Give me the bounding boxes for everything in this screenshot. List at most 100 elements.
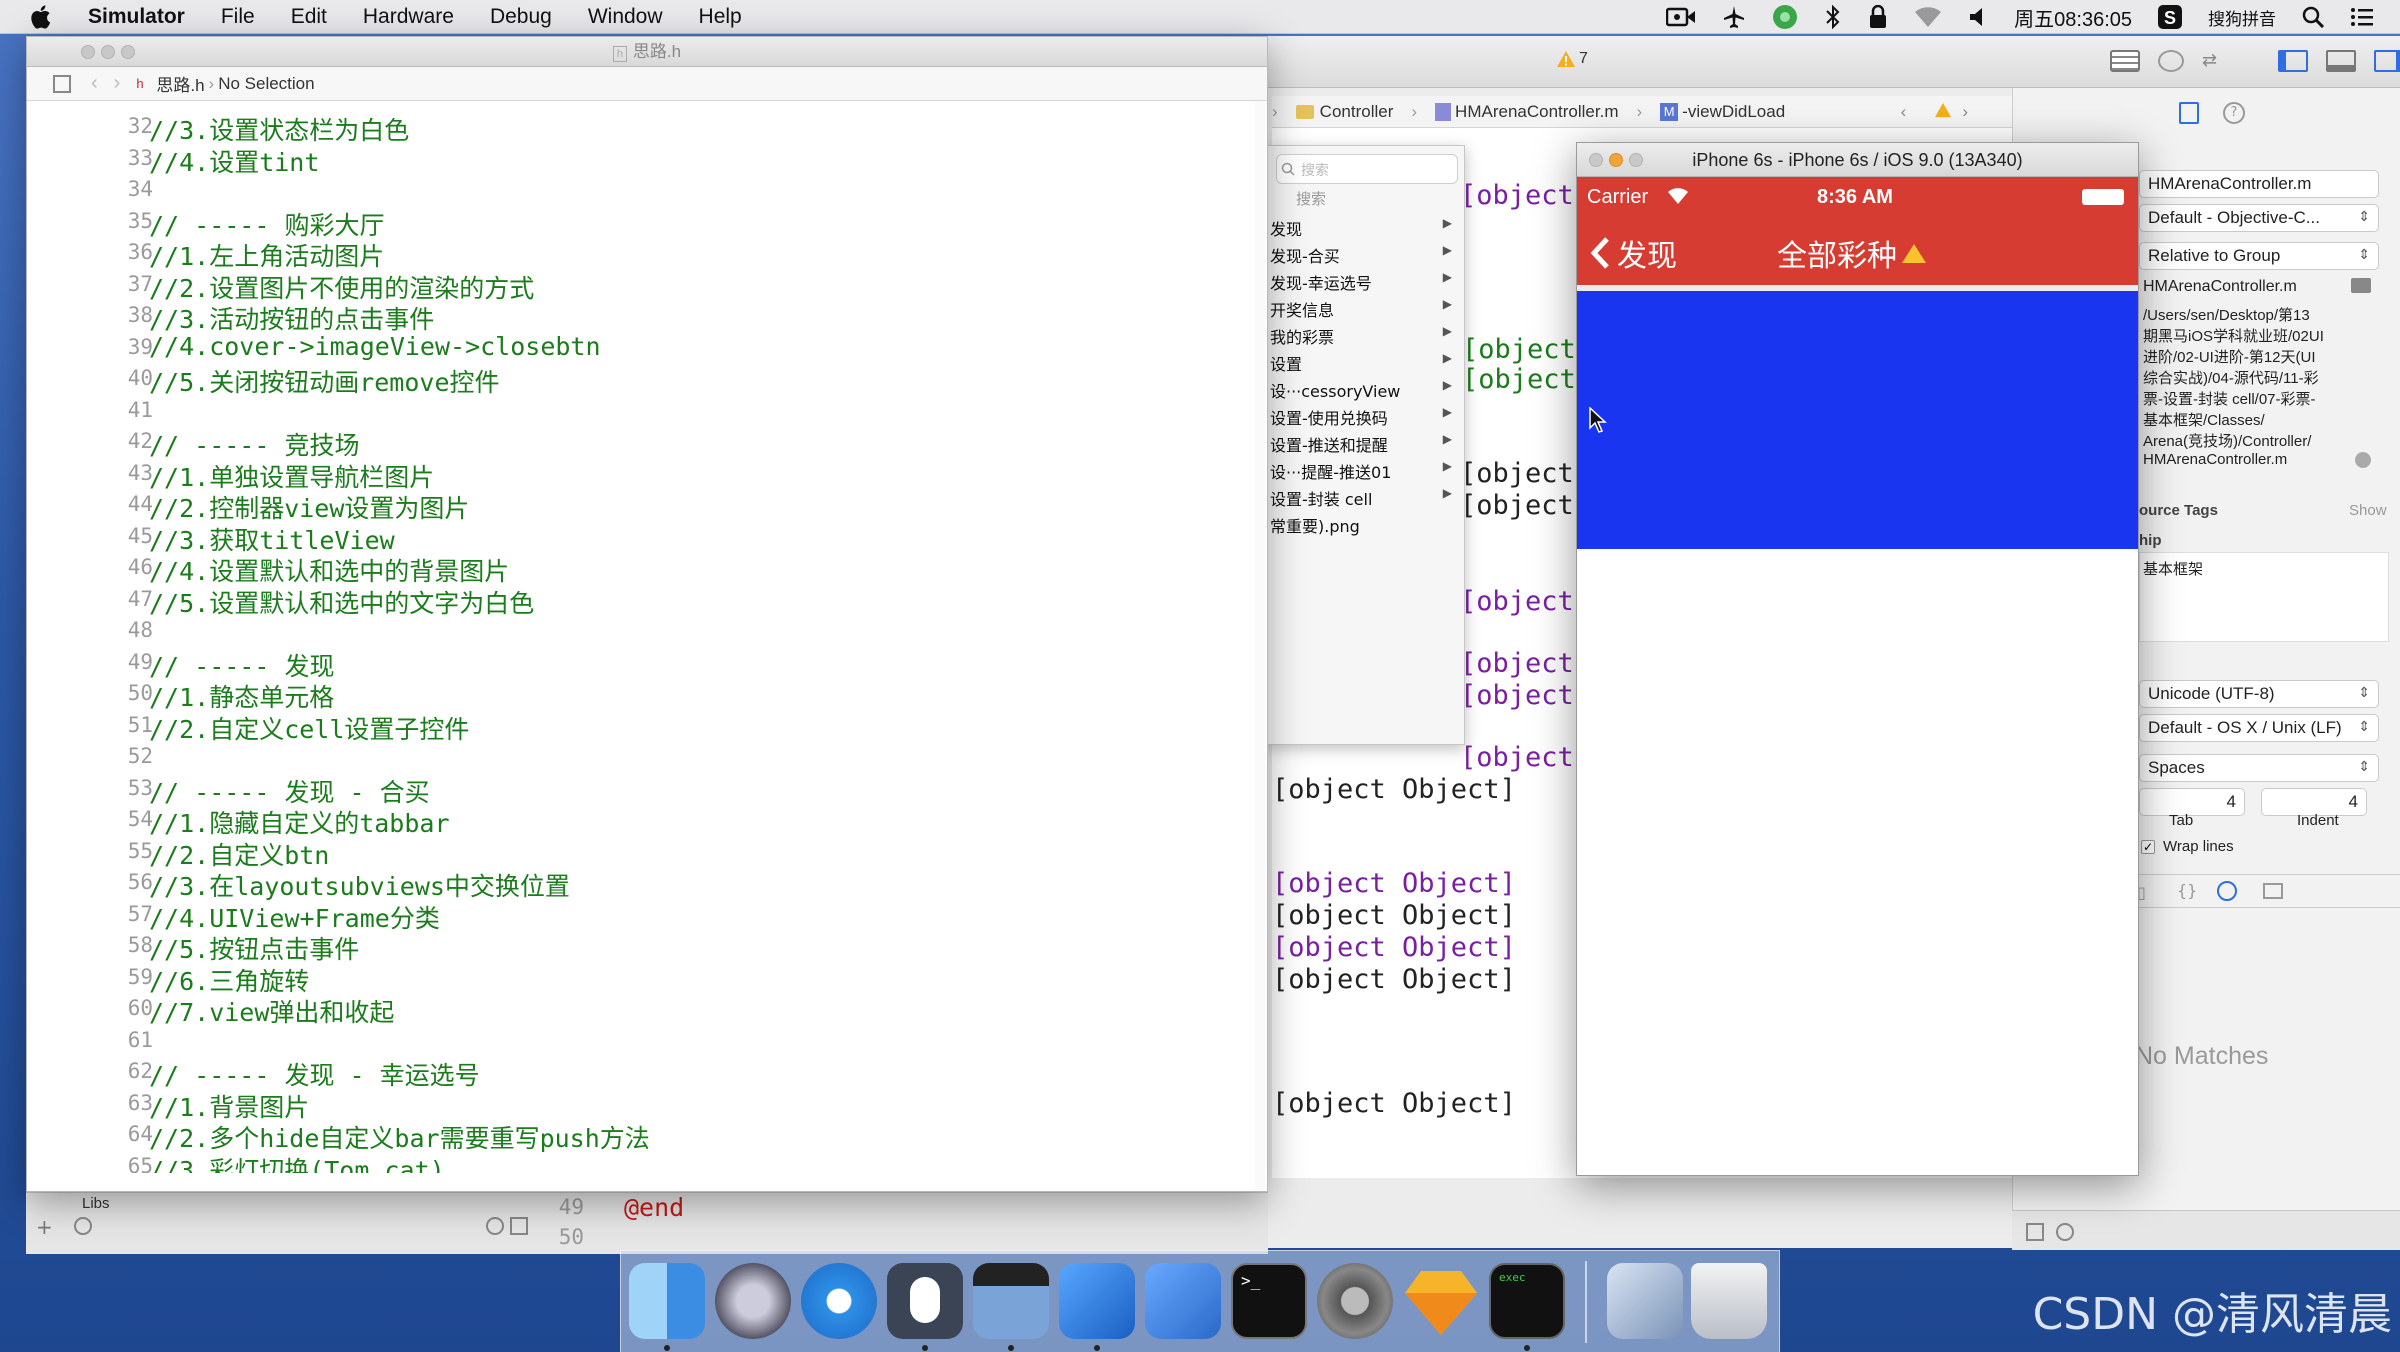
file-type-select[interactable]: Default - Objective-C... ⇕: [2139, 204, 2379, 232]
jumpbar-file[interactable]: HMArenaController.m: [1455, 102, 1618, 122]
wrap-lines-checkbox[interactable]: ✓: [2141, 840, 2155, 854]
menu-item[interactable]: 设···提醒-推送01 ▶: [1270, 459, 1462, 486]
version-editor-icon[interactable]: ⇄: [2202, 50, 2232, 72]
airplane-icon[interactable]: [1722, 5, 1746, 29]
back-arrow-icon[interactable]: ‹: [91, 72, 98, 95]
code-editor[interactable]: 32//3.设置状态栏为白色 33//4.设置tint 34 35// ----- 购…: [27, 101, 1255, 1173]
filter-icon[interactable]: [2056, 1223, 2074, 1241]
menu-debug[interactable]: Debug: [490, 5, 552, 29]
quick-help-icon[interactable]: ?: [2223, 102, 2245, 124]
media-library-icon[interactable]: [2263, 883, 2283, 899]
show-button[interactable]: Show: [2349, 502, 2387, 519]
zoom-button[interactable]: [121, 45, 135, 59]
status-app-icon[interactable]: [1772, 4, 1798, 30]
libs-group-label[interactable]: Libs: [82, 1195, 110, 1212]
menu-item[interactable]: 发现-合买 ▶: [1270, 243, 1462, 270]
simulator-title-bar[interactable]: iPhone 6s - iPhone 6s / iOS 9.0 (13A340): [1577, 143, 2138, 177]
volume-icon[interactable]: [1968, 6, 1988, 28]
jumpbar-selection[interactable]: No Selection: [218, 74, 314, 94]
vertical-scrollbar[interactable]: [1255, 101, 1265, 1191]
menu-item[interactable]: 设置-使用兑换码 ▶: [1270, 405, 1462, 432]
warning-icon[interactable]: [1556, 50, 1576, 68]
jumpbar-method[interactable]: -viewDidLoad: [1682, 102, 1785, 122]
add-icon[interactable]: +: [36, 1215, 53, 1239]
menu-item[interactable]: 设置 ▶: [1270, 351, 1462, 378]
wifi-icon[interactable]: [1914, 6, 1942, 28]
menu-item[interactable]: 设置-封装 cell ▶: [1270, 486, 1462, 513]
warning-icon[interactable]: [1934, 102, 1952, 118]
notification-center-icon[interactable]: [2350, 7, 2374, 27]
menubar-clock[interactable]: 周五08:36:05: [2014, 3, 2132, 32]
zoom-button[interactable]: [1629, 153, 1643, 167]
filter-icon[interactable]: [74, 1217, 92, 1235]
menu-item[interactable]: 设置-推送和提醒 ▶: [1270, 432, 1462, 459]
menu-hardware[interactable]: Hardware: [363, 5, 454, 29]
instruments-icon[interactable]: [1145, 1263, 1221, 1339]
indent-using-select[interactable]: Spaces ⇕: [2139, 754, 2379, 782]
xcode-icon[interactable]: [1059, 1263, 1135, 1339]
menu-item[interactable]: 发现 ▶: [1270, 216, 1462, 243]
jumpbar-group[interactable]: Controller: [1320, 102, 1394, 122]
sketch-icon[interactable]: [1403, 1263, 1479, 1339]
menu-search-input[interactable]: 搜索: [1276, 154, 1458, 184]
window-title-bar[interactable]: h 思路.h: [27, 37, 1267, 67]
menu-item[interactable]: 设···cessoryView ▶: [1270, 378, 1462, 405]
bluetooth-icon[interactable]: [1824, 4, 1842, 30]
apple-icon[interactable]: [28, 4, 52, 30]
sogou-icon[interactable]: S: [2158, 5, 2182, 29]
menu-window[interactable]: Window: [588, 5, 663, 29]
debug-area-toggle-icon[interactable]: [2326, 50, 2356, 72]
method-icon: M: [1660, 102, 1679, 121]
menu-help[interactable]: Help: [699, 5, 742, 29]
jumpbar-file[interactable]: 思路.h: [156, 71, 204, 96]
close-button[interactable]: [1589, 153, 1603, 167]
lock-icon[interactable]: [1868, 5, 1888, 29]
quicktime-icon[interactable]: [1607, 1263, 1683, 1339]
file-inspector-icon[interactable]: [2179, 102, 2199, 124]
next-issue-icon[interactable]: ›: [1962, 102, 1968, 122]
back-button[interactable]: 发现: [1589, 231, 1677, 275]
grid-view-icon[interactable]: [2026, 1223, 2044, 1241]
standard-editor-icon[interactable]: [2110, 50, 2140, 72]
minimize-button[interactable]: [101, 45, 115, 59]
menu-file[interactable]: File: [221, 5, 255, 29]
reveal-arrow-icon[interactable]: [2355, 452, 2371, 468]
forward-arrow-icon[interactable]: ›: [114, 72, 121, 95]
previous-issue-icon[interactable]: ‹: [1901, 102, 1907, 122]
title-view-button[interactable]: 全部彩种: [1777, 231, 1927, 275]
safari-icon[interactable]: [801, 1263, 877, 1339]
assistant-editor-icon[interactable]: [2158, 50, 2184, 72]
minimize-button[interactable]: [1609, 153, 1623, 167]
input-method-label[interactable]: 搜狗拼音: [2208, 5, 2276, 30]
mouse-app-icon[interactable]: [887, 1263, 963, 1339]
target-item[interactable]: 基本框架: [2143, 558, 2203, 579]
line-endings-select[interactable]: Default - OS X / Unix (LF) ⇕: [2139, 714, 2379, 742]
text-encoding-select[interactable]: Unicode (UTF-8) ⇕: [2139, 680, 2379, 708]
object-library-icon[interactable]: [2217, 881, 2237, 901]
menu-app-name[interactable]: Simulator: [88, 5, 185, 29]
terminal-icon[interactable]: >_: [1231, 1263, 1307, 1339]
close-button[interactable]: [81, 45, 95, 59]
navigator-toggle-icon[interactable]: [2278, 50, 2308, 72]
name-field[interactable]: HMArenaController.m: [2139, 170, 2379, 198]
menu-edit[interactable]: Edit: [291, 5, 327, 29]
screen-record-icon[interactable]: [1666, 6, 1696, 28]
folder-icon[interactable]: [2351, 278, 2371, 293]
menu-item[interactable]: 开奖信息 ▶: [1270, 297, 1462, 324]
menu-item[interactable]: 常重要).png: [1270, 513, 1462, 540]
controller-view[interactable]: [1577, 291, 2138, 549]
utilities-toggle-icon[interactable]: [2374, 50, 2400, 72]
menu-item[interactable]: 发现-幸运选号 ▶: [1270, 270, 1462, 297]
finder-icon[interactable]: [629, 1263, 705, 1339]
spotlight-icon[interactable]: [2302, 6, 2324, 28]
keynote-icon[interactable]: [973, 1263, 1049, 1339]
exec-icon[interactable]: exec: [1489, 1263, 1565, 1339]
system-preferences-icon[interactable]: [1317, 1263, 1393, 1339]
launchpad-icon[interactable]: [715, 1263, 791, 1339]
menu-item[interactable]: 我的彩票 ▶: [1270, 324, 1462, 351]
code-snippet-library-icon[interactable]: {}: [2177, 881, 2197, 900]
location-select[interactable]: Relative to Group ⇕: [2139, 242, 2379, 270]
trash-icon[interactable]: [1691, 1263, 1767, 1339]
related-items-icon[interactable]: [53, 74, 71, 93]
recent-files-icon[interactable]: [486, 1217, 504, 1235]
